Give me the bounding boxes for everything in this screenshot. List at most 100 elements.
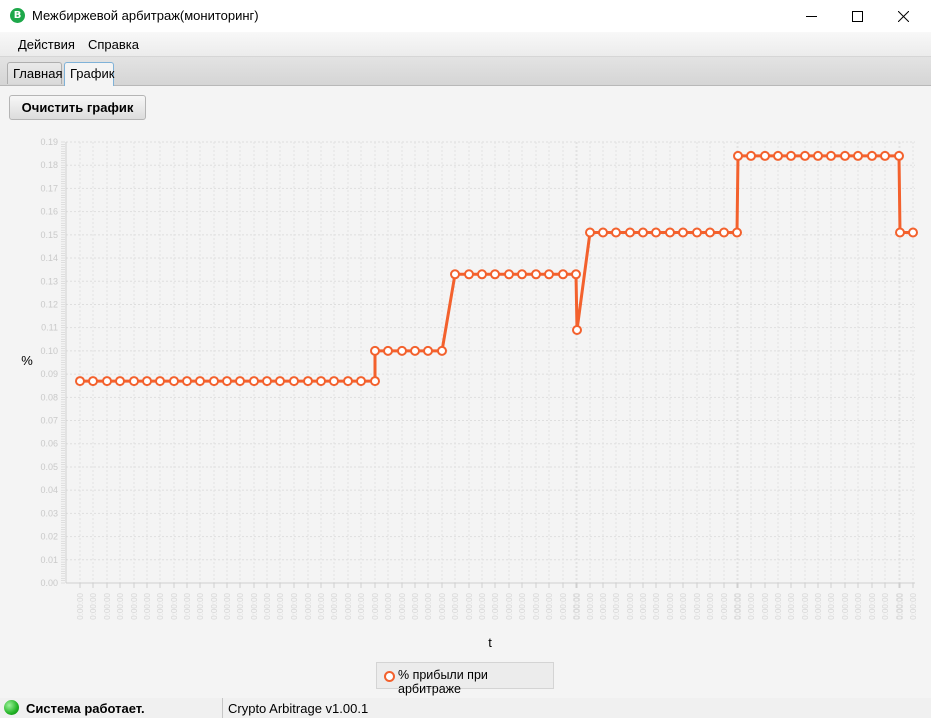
data-point <box>142 376 152 387</box>
x-tick-label: 0:00:00 <box>344 592 353 619</box>
data-point <box>437 345 447 356</box>
data-point <box>129 376 139 387</box>
x-tick-label: 0:00:00 <box>626 592 635 619</box>
data-point <box>490 269 500 280</box>
x-tick-label: 0:00:00 <box>451 592 460 619</box>
version-text: Crypto Arbitrage v1.00.1 <box>228 701 369 716</box>
maximize-button[interactable] <box>834 0 880 32</box>
y-tick-label: 0.15 <box>40 230 58 240</box>
x-tick-label: 0:00:00 <box>465 592 474 619</box>
x-tick-label: 0:00:00 <box>263 592 272 619</box>
minimize-button[interactable] <box>788 0 834 32</box>
window-title: Межбиржевой арбитраж(мониторинг) <box>32 8 259 23</box>
data-point <box>115 376 125 387</box>
data-point <box>625 227 635 238</box>
data-point <box>410 345 420 356</box>
y-axis-label: % <box>21 353 33 368</box>
menu-actions[interactable]: Действия <box>18 37 75 52</box>
data-point <box>732 227 742 238</box>
x-tick-label: 0:00:00 <box>130 592 139 619</box>
data-point <box>826 150 836 161</box>
x-tick-label: 0:00:00 <box>868 592 877 619</box>
data-point <box>275 376 285 387</box>
y-tick-label: 0.00 <box>40 578 58 588</box>
x-tick-label: 0:00:00 <box>330 592 339 619</box>
data-point <box>423 345 433 356</box>
x-tick-label: 0:00:00 <box>881 592 890 619</box>
data-point <box>249 376 259 387</box>
x-tick-label: 0:00:00 <box>304 592 313 619</box>
clear-chart-button[interactable]: Очистить график <box>9 95 146 120</box>
x-tick-label: 0:00:00 <box>787 592 796 619</box>
data-point <box>572 325 582 336</box>
y-tick-label: 0.01 <box>40 555 58 565</box>
data-point <box>504 269 514 280</box>
data-point <box>209 376 219 387</box>
x-tick-label: 0:00:00 <box>89 592 98 619</box>
x-tick-label: 0:00:00 <box>236 592 245 619</box>
data-point <box>102 376 112 387</box>
profit-chart: 0.00 0.01 0.02 0.03 0.04 0.05 0.06 0.07 0.08 0.09… <box>21 137 918 650</box>
data-point <box>908 227 918 238</box>
x-tick-label: 0:00:00 <box>545 592 554 619</box>
x-tick-label: 0:00:00 <box>814 592 823 619</box>
data-point <box>840 150 850 161</box>
y-tick-label: 0.05 <box>40 462 58 472</box>
data-point <box>182 376 192 387</box>
data-point <box>477 269 487 280</box>
y-tick-label: 0.03 <box>40 508 58 518</box>
data-point <box>464 269 474 280</box>
data-point <box>880 150 890 161</box>
data-point <box>719 227 729 238</box>
data-point <box>638 227 648 238</box>
y-tick-label: 0.04 <box>40 485 58 495</box>
data-point <box>370 345 380 356</box>
data-point <box>611 227 621 238</box>
data-point <box>895 227 905 238</box>
x-tick-label: 0:00:00 <box>666 592 675 619</box>
x-tick-label: 0:00:00 <box>896 592 905 619</box>
close-button[interactable] <box>880 0 926 32</box>
x-tick-label: 0:00:00 <box>210 592 219 619</box>
x-axis-label: t <box>488 635 492 650</box>
x-tick-label: 0:00:00 <box>250 592 259 619</box>
x-tick-label: 0:00:00 <box>76 592 85 619</box>
data-point <box>289 376 299 387</box>
x-tick-label: 0:00:00 <box>827 592 836 619</box>
x-tick-label: 0:00:00 <box>573 592 582 619</box>
status-led-icon <box>4 700 19 715</box>
y-tick-label: 0.18 <box>40 160 58 170</box>
x-tick-label: 0:00:00 <box>599 592 608 619</box>
data-point <box>733 150 743 161</box>
x-tick-label: 0:00:00 <box>747 592 756 619</box>
x-tick-label: 0:00:00 <box>478 592 487 619</box>
x-tick-label: 0:00:00 <box>693 592 702 619</box>
data-point <box>773 150 783 161</box>
data-point <box>343 376 353 387</box>
status-bar: Система работает. Crypto Arbitrage v1.00… <box>0 698 931 718</box>
x-tick-label: 0:00:00 <box>411 592 420 619</box>
x-tick-label: 0:00:00 <box>559 592 568 619</box>
x-tick-label: 0:00:00 <box>384 592 393 619</box>
x-tick-label: 0:00:00 <box>170 592 179 619</box>
x-tick-label: 0:00:00 <box>371 592 380 619</box>
data-point <box>585 227 595 238</box>
data-point <box>397 345 407 356</box>
status-text: Система работает. <box>26 701 145 716</box>
tab-chart[interactable]: График <box>64 62 114 86</box>
data-point <box>370 376 380 387</box>
data-point <box>235 376 245 387</box>
menu-bar: Действия Справка <box>0 32 931 57</box>
data-point <box>155 376 165 387</box>
maximize-icon <box>852 11 863 22</box>
tab-main[interactable]: Главная <box>7 62 62 84</box>
x-tick-label: 0:00:00 <box>586 592 595 619</box>
data-point <box>678 227 688 238</box>
x-tick-label: 0:00:00 <box>424 592 433 619</box>
menu-help[interactable]: Справка <box>88 37 139 52</box>
x-tick-label: 0:00:00 <box>652 592 661 619</box>
data-point <box>558 269 568 280</box>
data-point <box>692 227 702 238</box>
x-tick-label: 0:00:00 <box>116 592 125 619</box>
y-tick-label: 0.10 <box>40 346 58 356</box>
